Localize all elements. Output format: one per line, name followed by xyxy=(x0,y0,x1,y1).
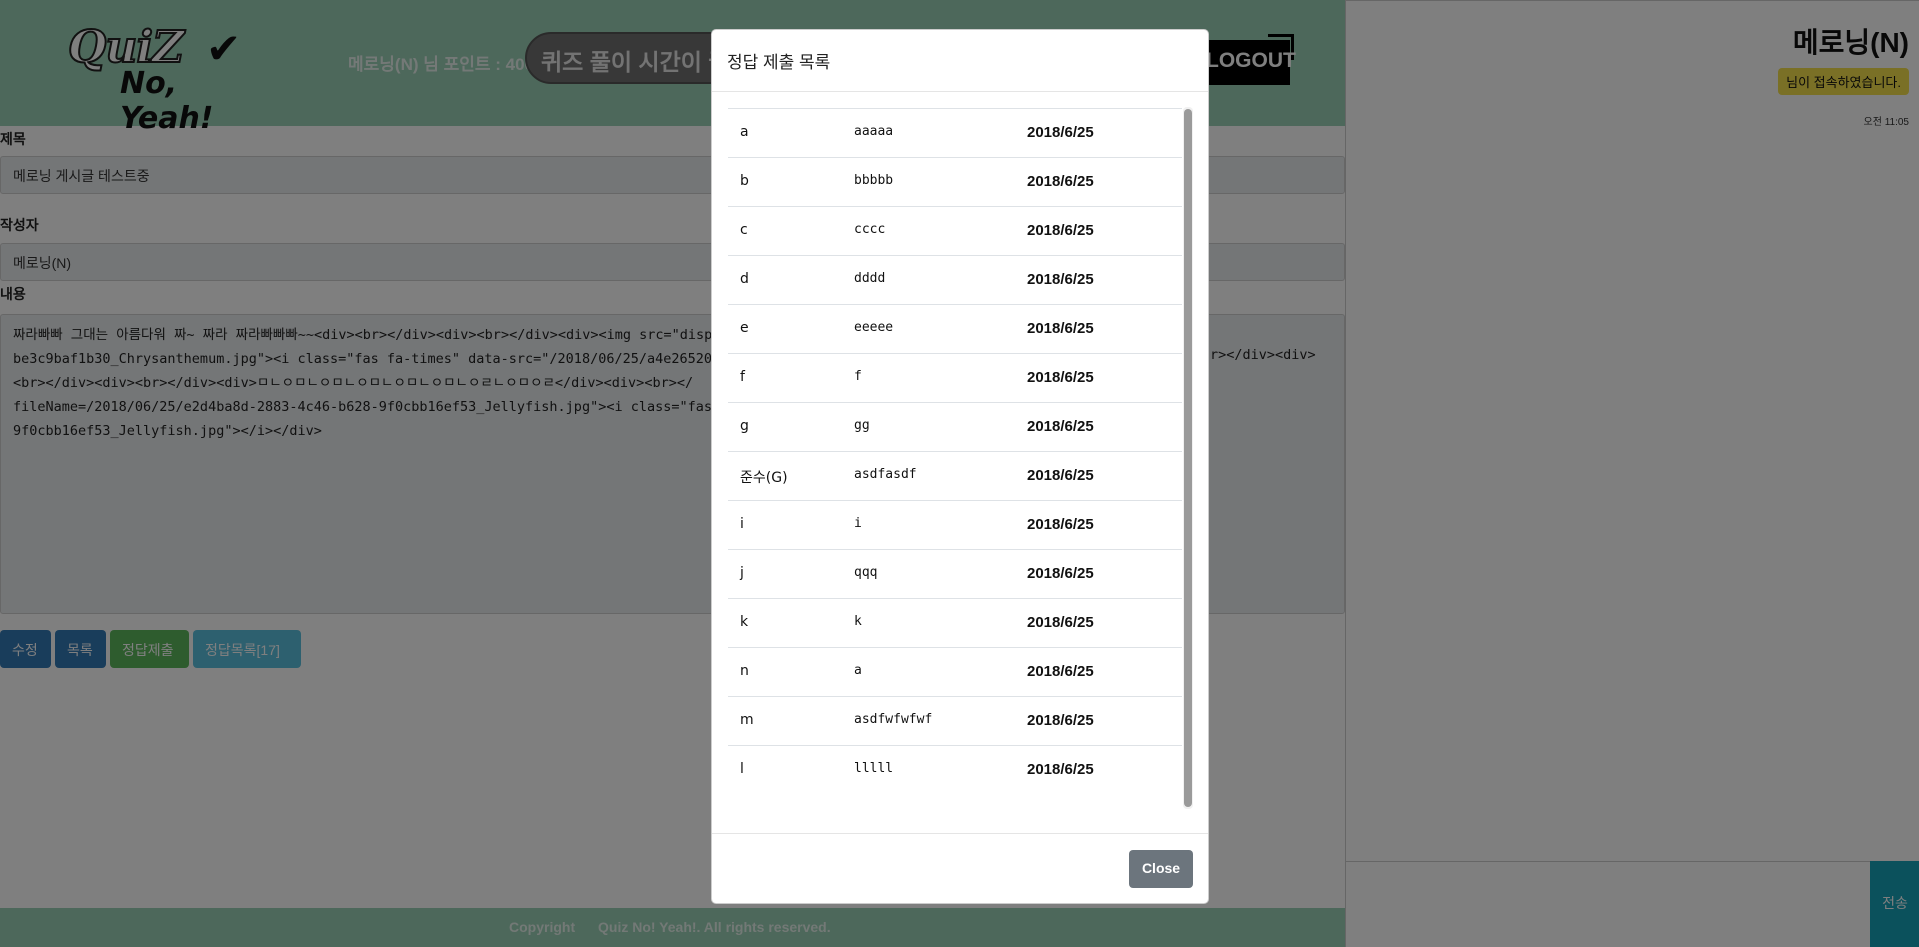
answer-name: 준수(G) xyxy=(740,470,788,486)
answer-date: 2018/6/25 xyxy=(1027,565,1094,582)
answer-value: eeeee xyxy=(854,320,894,335)
answer-date: 2018/6/25 xyxy=(1027,173,1094,190)
answer-name: i xyxy=(740,516,744,532)
answer-date: 2018/6/25 xyxy=(1027,712,1094,729)
modal-footer: Close xyxy=(712,833,1208,903)
answer-date: 2018/6/25 xyxy=(1027,467,1094,484)
answer-row: k k 2018/6/25 xyxy=(728,598,1182,647)
answer-row: j qqq 2018/6/25 xyxy=(728,549,1182,598)
answer-value: asdfwfwfwf xyxy=(854,712,933,727)
modal-scrollbar-thumb[interactable] xyxy=(1184,109,1192,807)
answer-value: a xyxy=(854,663,862,678)
answer-value: gg xyxy=(854,418,870,433)
answer-value: asdfasdf xyxy=(854,467,917,482)
answer-value: k xyxy=(854,614,862,629)
answer-date: 2018/6/25 xyxy=(1027,222,1094,239)
answer-value: i xyxy=(854,516,862,531)
close-button[interactable]: Close xyxy=(1129,850,1193,888)
answer-name: a xyxy=(740,124,749,140)
answer-row: m asdfwfwfwf 2018/6/25 xyxy=(728,696,1182,745)
answer-name: k xyxy=(740,614,749,630)
modal-title: 정답 제출 목록 xyxy=(727,53,831,72)
answer-date: 2018/6/25 xyxy=(1027,761,1094,778)
answer-name: f xyxy=(740,369,745,385)
answer-date: 2018/6/25 xyxy=(1027,369,1094,386)
modal-body[interactable]: a aaaaa 2018/6/25 b bbbbb 2018/6/25 c cccc 2018/… xyxy=(728,108,1206,808)
answer-row: 준수(G) asdfasdf 2018/6/25 xyxy=(728,451,1182,500)
answer-name: m xyxy=(740,712,754,728)
answer-row: f f 2018/6/25 xyxy=(728,353,1182,402)
answer-name: j xyxy=(740,565,744,581)
answer-date: 2018/6/25 xyxy=(1027,124,1094,141)
modal-header: 정답 제출 목록 xyxy=(712,30,1208,92)
answer-date: 2018/6/25 xyxy=(1027,516,1094,533)
answer-row: d dddd 2018/6/25 xyxy=(728,255,1182,304)
answer-value: f xyxy=(854,369,862,384)
answer-row: i i 2018/6/25 xyxy=(728,500,1182,549)
answer-name: n xyxy=(740,663,749,679)
answer-row: c cccc 2018/6/25 xyxy=(728,206,1182,255)
answer-row: l lllll 2018/6/25 xyxy=(728,745,1182,794)
answer-date: 2018/6/25 xyxy=(1027,663,1094,680)
answer-row: n a 2018/6/25 xyxy=(728,647,1182,696)
answer-submission-modal: 정답 제출 목록 a aaaaa 2018/6/25 b bbbbb 2018/6/25 c… xyxy=(711,29,1209,904)
answer-value: bbbbb xyxy=(854,173,894,188)
answer-name: b xyxy=(740,173,749,189)
answer-row: b bbbbb 2018/6/25 xyxy=(728,157,1182,206)
answer-value: dddd xyxy=(854,271,886,286)
answer-list: a aaaaa 2018/6/25 b bbbbb 2018/6/25 c cccc 2018/… xyxy=(728,108,1182,794)
answer-row: a aaaaa 2018/6/25 xyxy=(728,108,1182,157)
answer-value: qqq xyxy=(854,565,878,580)
answer-date: 2018/6/25 xyxy=(1027,614,1094,631)
answer-row: g gg 2018/6/25 xyxy=(728,402,1182,451)
answer-name: d xyxy=(740,271,749,287)
answer-value: aaaaa xyxy=(854,124,894,139)
answer-name: l xyxy=(740,761,744,777)
answer-name: c xyxy=(740,222,748,238)
answer-date: 2018/6/25 xyxy=(1027,320,1094,337)
answer-row: e eeeee 2018/6/25 xyxy=(728,304,1182,353)
answer-value: cccc xyxy=(854,222,886,237)
answer-name: e xyxy=(740,320,749,336)
answer-value: lllll xyxy=(854,761,894,776)
answer-name: g xyxy=(740,418,749,434)
answer-date: 2018/6/25 xyxy=(1027,418,1094,435)
answer-date: 2018/6/25 xyxy=(1027,271,1094,288)
